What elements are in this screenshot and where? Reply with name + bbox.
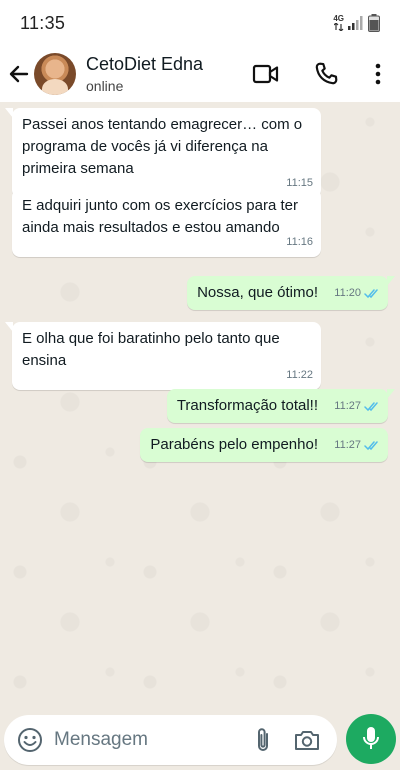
status-icons: 4G (333, 14, 380, 32)
composer-pill (4, 715, 337, 765)
message-bubble-incoming[interactable]: Passei anos tentando emagrecer… com o pr… (5, 108, 321, 198)
attach-icon (258, 728, 268, 751)
chat-area[interactable]: Passei anos tentando emagrecer… com o pr… (0, 102, 400, 710)
back-button[interactable] (4, 54, 34, 94)
message-time-text: 11:27 (334, 400, 361, 412)
composer-bar (0, 710, 400, 770)
bubble-tail (387, 389, 395, 399)
network-label: 4G (333, 14, 344, 23)
status-bar: 11:35 4G (0, 0, 400, 46)
video-call-button[interactable] (246, 54, 286, 94)
message-bubble-outgoing[interactable]: Nossa, que ótimo! 11:20 (187, 276, 395, 310)
mic-icon (363, 727, 379, 749)
message-bubble-incoming[interactable]: E olha que foi baratinho pelo tanto que … (5, 322, 321, 390)
contact-info[interactable]: CetoDiet Edna online (86, 54, 246, 94)
more-vert-icon (375, 63, 381, 85)
message-time: 11:16 (286, 231, 313, 253)
message-time: 11:27 (334, 395, 380, 417)
message-time: 11:22 (286, 364, 313, 386)
message-text: Transformação total!! (176, 397, 318, 414)
bubble-tail (5, 322, 13, 332)
message-time-text: 11:20 (334, 287, 361, 299)
message-bubble-outgoing[interactable]: Parabéns pelo empenho! 11:27 (140, 428, 388, 462)
attach-button[interactable] (241, 718, 285, 762)
message-text: Parabéns pelo empenho! (150, 436, 318, 453)
battery-icon (368, 14, 380, 32)
avatar[interactable] (34, 53, 76, 95)
double-check-icon (364, 288, 378, 298)
double-check-icon (364, 440, 378, 450)
message-text: Passei anos tentando emagrecer… com o pr… (22, 116, 303, 177)
message-bubble-outgoing[interactable]: Transformação total!! 11:27 (166, 389, 395, 423)
signal-icon (348, 16, 363, 30)
message-time: 11:20 (334, 282, 380, 304)
camera-button[interactable] (285, 718, 329, 762)
double-check-icon (364, 401, 378, 411)
network-indicator: 4G (333, 15, 344, 31)
camera-icon (295, 731, 319, 750)
contact-status: online (86, 78, 124, 94)
back-arrow-icon (9, 65, 29, 83)
status-time: 11:35 (20, 12, 66, 33)
phone-icon (315, 62, 338, 85)
header-actions (246, 54, 400, 94)
bubble-tail (387, 276, 395, 286)
message-time-text: 11:27 (334, 439, 361, 451)
network-arrows-icon (333, 23, 344, 31)
message-time: 11:27 (334, 434, 380, 456)
contact-name: CetoDiet Edna (86, 54, 204, 74)
message-text: Nossa, que ótimo! (197, 284, 318, 301)
emoji-button[interactable] (8, 718, 52, 762)
bubble-tail (5, 108, 13, 118)
message-time-text: 11:16 (286, 236, 313, 248)
video-call-icon (252, 64, 279, 84)
voice-call-button[interactable] (306, 54, 346, 94)
message-time-text: 11:22 (286, 369, 313, 381)
chat-header: CetoDiet Edna online (0, 46, 400, 102)
message-bubble-incoming[interactable]: E adquiri junto com os exercícios para t… (12, 189, 321, 257)
message-text: E adquiri junto com os exercícios para t… (22, 197, 298, 236)
emoji-icon (18, 728, 42, 752)
message-text: E olha que foi baratinho pelo tanto que … (22, 330, 280, 369)
more-options-button[interactable] (358, 54, 398, 94)
mic-button[interactable] (346, 714, 396, 764)
message-input[interactable] (54, 729, 241, 751)
